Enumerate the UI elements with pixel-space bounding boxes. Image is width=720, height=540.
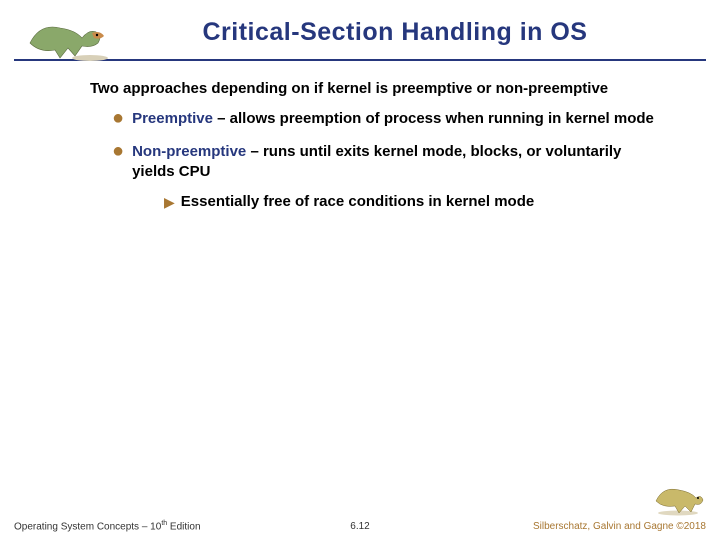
term: Preemptive [132,110,213,127]
slide-title: Critical-Section Handling in OS [90,18,700,47]
bullet-text: Preemptive – allows preemption of proces… [132,109,654,129]
intro-text: Two approaches depending on if kernel is… [90,79,660,99]
sub-bullet-text: Essentially free of race conditions in k… [181,192,534,212]
slide-header: Critical-Section Handling in OS [0,0,720,53]
footer-left-suffix: Edition [167,521,200,532]
dinosaur-icon [20,8,110,63]
arrow-icon: ▶ [164,192,175,212]
bullet-icon: ● [112,142,124,160]
term: Non-preemptive [132,143,246,160]
slide-content: Two approaches depending on if kernel is… [0,61,720,212]
bullet-item: ● Preemptive – allows preemption of proc… [112,109,660,129]
footer-page-number: 6.12 [350,521,369,532]
footer-right: Silberschatz, Galvin and Gagne ©2018 [533,521,706,532]
bullet-item: ● Non-preemptive – runs until exits kern… [112,142,660,213]
footer-left: Operating System Concepts – 10th Edition [14,520,201,532]
bullet-icon: ● [112,109,124,127]
dinosaur-icon [651,476,706,516]
sub-bullet-item: ▶ Essentially free of race conditions in… [164,192,660,212]
bullet-text: Non-preemptive – runs until exits kernel… [132,142,660,183]
slide-footer: Operating System Concepts – 10th Edition… [0,520,720,532]
footer-left-prefix: Operating System Concepts – 10 [14,521,161,532]
bullet-rest: – allows preemption of process when runn… [213,110,654,127]
